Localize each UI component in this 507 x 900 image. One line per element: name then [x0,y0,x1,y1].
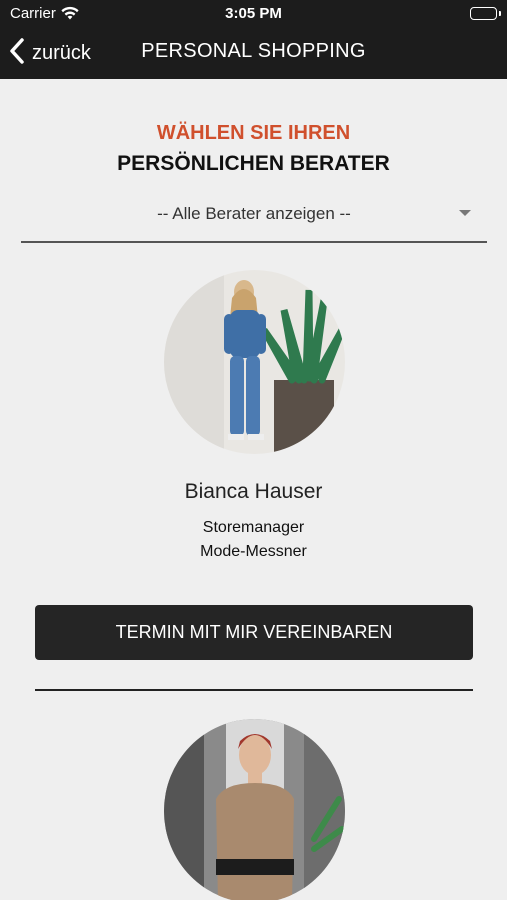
advisor-filter-value: -- Alle Berater anzeigen -- [157,204,351,223]
advisor-name: Bianca Hauser [184,480,323,503]
advisor-photo [164,270,345,454]
advisor-photo [164,719,345,900]
section-heading-accent: WÄHLEN SIE IHREN [156,122,351,144]
advisor-company: Mode-Messner [200,543,307,560]
navigation-bar: zurück PERSONAL SHOPPING [0,28,507,79]
advisor-filter-select[interactable]: -- Alle Berater anzeigen -- [21,195,487,243]
divider [35,689,473,691]
battery-tip [499,11,501,16]
chevron-left-icon [8,37,26,69]
back-label: zurück [32,41,91,64]
section-heading: PERSÖNLICHEN BERATER [117,152,390,175]
status-bar: Carrier 3:05 PM [0,0,507,28]
back-button[interactable]: zurück [8,36,91,70]
book-appointment-button[interactable]: TERMIN MIT MIR VEREINBAREN [35,605,473,660]
clock: 3:05 PM [225,5,282,22]
advisor-role: Storemanager [202,519,305,536]
dropdown-arrow-icon [459,210,471,216]
battery-icon [470,7,497,20]
